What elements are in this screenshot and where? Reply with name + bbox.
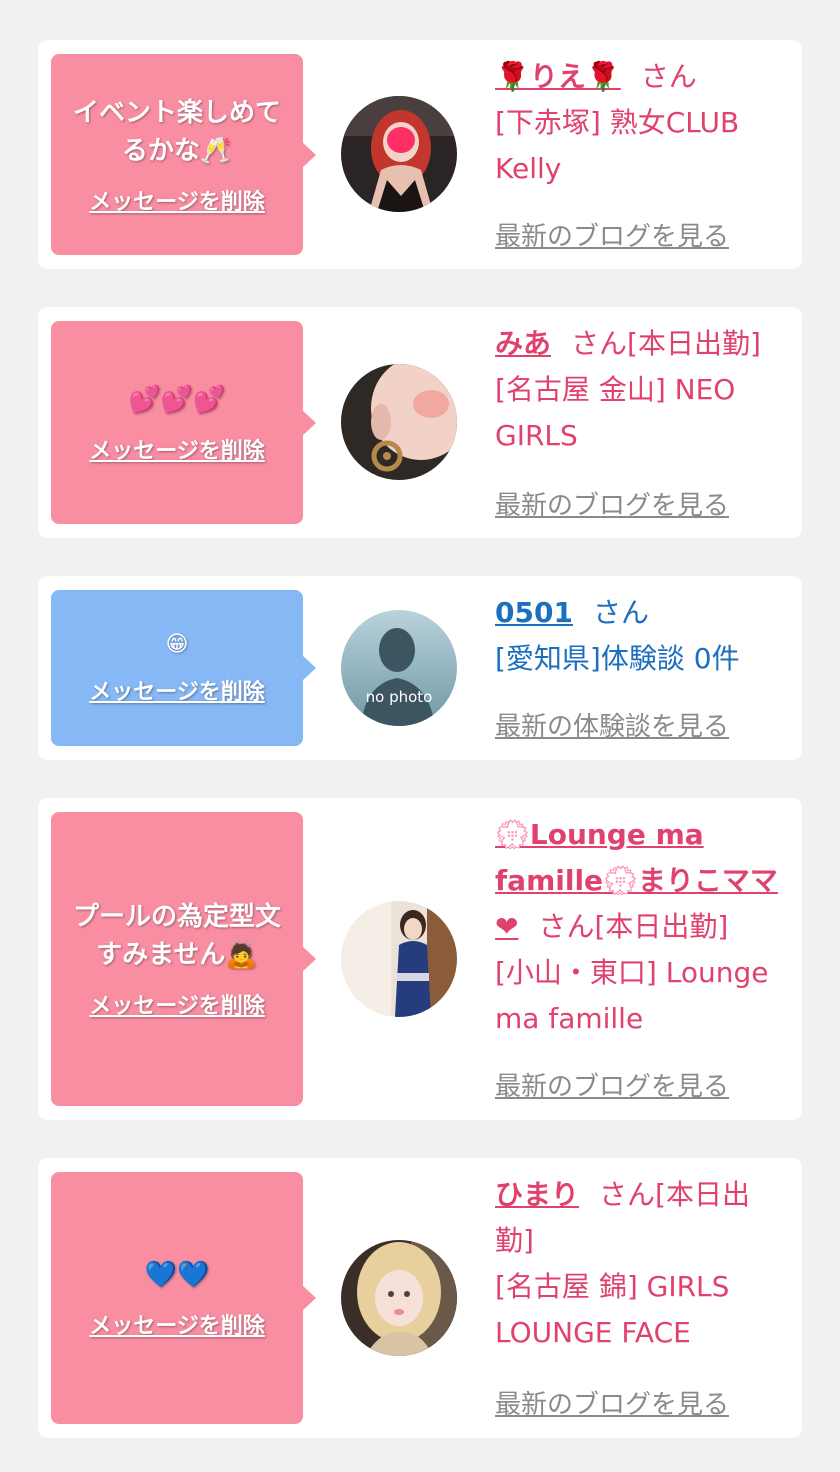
message-text: プールの為定型文すみません🙇: [72, 902, 281, 970]
avatar[interactable]: [341, 96, 457, 212]
latest-blog-link[interactable]: 最新のブログを見る: [495, 216, 729, 253]
message-bubble: イベント楽しめてるかな🥂 メッセージを削除: [51, 54, 316, 255]
shop-location: [名古屋 金山] NEO GIRLS: [495, 373, 736, 452]
no-photo-label: no photo: [366, 688, 433, 706]
avatar[interactable]: [341, 364, 457, 480]
profile-name-link[interactable]: 0501: [495, 596, 573, 629]
profile-name-link[interactable]: ひまり: [495, 1178, 579, 1211]
avatar[interactable]: no photo: [341, 610, 457, 726]
san-suffix: さん[本日出勤]: [538, 910, 729, 943]
profile-info: ひまり さん[本日出勤] [名古屋 錦] GIRLS LOUNGE FACE: [495, 1172, 788, 1356]
profile-photo: [341, 901, 457, 1017]
profile-name-link[interactable]: 🌹りえ🌹: [495, 60, 621, 93]
profile-info: 🌹りえ🌹 さん [下赤塚] 熟女CLUB Kelly: [495, 54, 788, 192]
message-bubble: 💙💙 メッセージを削除: [51, 1172, 316, 1424]
profile-photo: [341, 364, 457, 480]
delete-message-link[interactable]: メッセージを削除: [51, 433, 303, 465]
profile-info: 💮Lounge ma famille💮まりこママ❤ さん[本日出勤] [小山・東口…: [495, 812, 788, 1042]
message-text: イベント楽しめてるかな🥂: [72, 97, 281, 166]
san-suffix: さん: [592, 596, 649, 629]
profile-info: みあ さん[本日出勤] [名古屋 金山] NEO GIRLS: [495, 321, 788, 459]
no-photo-avatar: no photo: [341, 610, 457, 726]
profile-photo: [341, 96, 457, 212]
latest-review-link[interactable]: 最新の体験談を見る: [495, 706, 729, 743]
profile-name-link[interactable]: みあ: [495, 327, 551, 360]
avatar[interactable]: [341, 901, 457, 1017]
delete-message-link[interactable]: メッセージを削除: [51, 184, 303, 216]
profile-info: 0501 さん [愛知県]体験談 0件: [495, 590, 788, 682]
message-card: プールの為定型文すみません🙇 メッセージを削除 💮Lounge ma famil…: [38, 798, 802, 1120]
delete-message-link[interactable]: メッセージを削除: [51, 1308, 303, 1340]
avatar[interactable]: [341, 1240, 457, 1356]
shop-location: [下赤塚] 熟女CLUB Kelly: [495, 106, 740, 185]
message-text: 💙💙: [144, 1260, 210, 1290]
message-bubble: プールの為定型文すみません🙇 メッセージを削除: [51, 812, 316, 1106]
message-text: 😁: [165, 632, 189, 657]
message-card: 😁 メッセージを削除 no photo 0501 さん [愛知県]体験談 0件 最…: [38, 576, 802, 760]
message-card: 💙💙 メッセージを削除 ひまり さん[本日出勤] [名古屋 錦] GIRLS LO…: [38, 1158, 802, 1438]
shop-location: [名古屋 錦] GIRLS LOUNGE FACE: [495, 1270, 730, 1349]
message-bubble: 💕💕💕 メッセージを削除: [51, 321, 316, 524]
message-bubble: 😁 メッセージを削除: [51, 590, 316, 746]
message-text: 💕💕💕: [128, 384, 226, 415]
latest-blog-link[interactable]: 最新のブログを見る: [495, 1384, 729, 1421]
san-suffix: さん: [640, 60, 697, 93]
shop-location: [小山・東口] Lounge ma famille: [495, 956, 769, 1035]
shop-location: [愛知県]体験談 0件: [495, 642, 740, 675]
message-card: イベント楽しめてるかな🥂 メッセージを削除 🌹りえ🌹 さん [下赤塚] 熟女CLU…: [38, 40, 802, 269]
san-suffix: さん[本日出勤]: [571, 327, 761, 360]
message-card: 💕💕💕 メッセージを削除 みあ さん[本日出勤] [名古屋 金山] NEO GIR…: [38, 307, 802, 538]
latest-blog-link[interactable]: 最新のブログを見る: [495, 1066, 729, 1103]
delete-message-link[interactable]: メッセージを削除: [51, 674, 303, 706]
profile-photo: [341, 1240, 457, 1356]
delete-message-link[interactable]: メッセージを削除: [51, 988, 303, 1020]
latest-blog-link[interactable]: 最新のブログを見る: [495, 485, 729, 522]
